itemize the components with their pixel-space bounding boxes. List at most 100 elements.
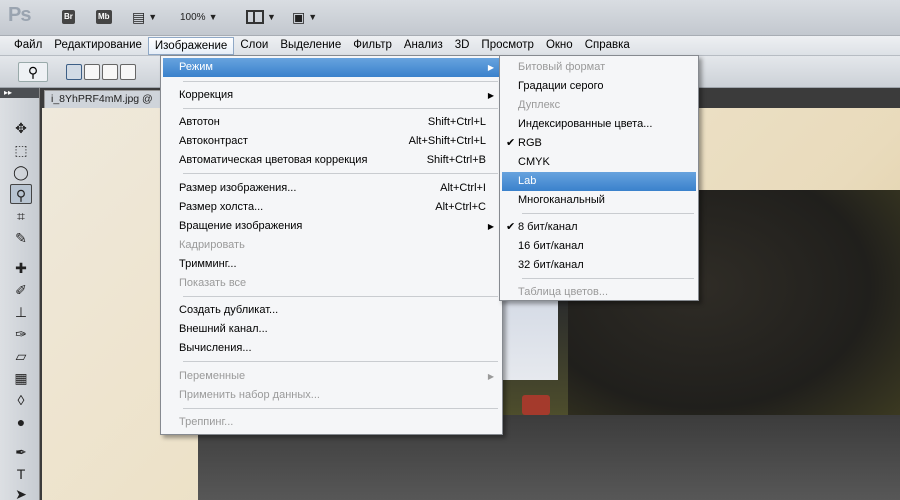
quick-selection-tool-icon[interactable]: ⚲	[10, 184, 32, 204]
menu-item-calculations[interactable]: Вычисления...	[163, 339, 500, 358]
menu-item-label: Тримминг...	[179, 258, 237, 270]
menu-item-duplicate[interactable]: Создать дубликат...	[163, 301, 500, 320]
arrange-documents-button[interactable]: ▼	[246, 8, 276, 26]
menu-item-shortcut: Alt+Shift+Ctrl+L	[408, 135, 486, 147]
menu-separator	[183, 296, 498, 297]
image-car	[522, 395, 550, 415]
menu-analysis[interactable]: Анализ	[398, 37, 449, 55]
dodge-tool-icon[interactable]: ●	[10, 412, 32, 432]
subtract-from-selection-button[interactable]	[102, 64, 118, 80]
menu-item-apply-data-set[interactable]: Применить набор данных...	[163, 386, 500, 405]
menu-item-auto-contrast[interactable]: Автоконтраст Alt+Shift+Ctrl+L	[163, 132, 500, 151]
screen-mode-button[interactable]: ▣ ▼	[292, 8, 317, 26]
menu-help[interactable]: Справка	[579, 37, 636, 55]
menu-item-32-bit[interactable]: 32 бит/канал	[502, 256, 696, 275]
lasso-tool-icon[interactable]: ◯	[10, 162, 32, 182]
bridge-button[interactable]: Br	[62, 8, 75, 26]
filmstrip-icon: ▤	[132, 8, 146, 25]
chevron-down-icon: ▼	[148, 12, 158, 22]
menu-item-mode[interactable]: Режим ▶	[163, 58, 500, 77]
clone-stamp-tool-icon[interactable]: ⊥	[10, 302, 32, 322]
eyedropper-tool-icon[interactable]: ✎	[10, 228, 32, 248]
move-tool-icon[interactable]: ✥	[10, 118, 32, 138]
eraser-tool-icon[interactable]: ▱	[10, 346, 32, 366]
menu-item-label: Битовый формат	[518, 61, 606, 73]
menu-item-cmyk[interactable]: CMYK	[502, 153, 696, 172]
menu-item-16-bit[interactable]: 16 бит/канал	[502, 237, 696, 256]
brush-tool-icon[interactable]: ✐	[10, 280, 32, 300]
menu-item-8-bit[interactable]: ✔ 8 бит/канал	[502, 218, 696, 237]
menu-item-label: Градации серого	[518, 80, 604, 92]
submenu-arrow-icon: ▶	[487, 91, 494, 100]
menu-view[interactable]: Просмотр	[475, 37, 540, 55]
path-selection-tool-icon[interactable]: ➤	[10, 484, 32, 500]
menu-item-auto-tone[interactable]: Автотон Shift+Ctrl+L	[163, 113, 500, 132]
selection-mode-group	[66, 64, 136, 80]
menu-item-label: Размер изображения...	[179, 182, 297, 194]
menu-item-duotone[interactable]: Дуплекс	[502, 96, 696, 115]
menu-item-image-size[interactable]: Размер изображения... Alt+Ctrl+I	[163, 179, 500, 198]
document-tab[interactable]: i_8YhPRF4mM.jpg @	[44, 90, 164, 108]
menu-select[interactable]: Выделение	[274, 37, 347, 55]
menu-item-label: Коррекция	[179, 89, 234, 101]
menu-item-label: 8 бит/канал	[518, 221, 578, 233]
menu-item-grayscale[interactable]: Градации серого	[502, 77, 696, 96]
menu-item-crop[interactable]: Кадрировать	[163, 236, 500, 255]
menu-separator	[522, 278, 694, 279]
gradient-tool-icon[interactable]: ▦	[10, 368, 32, 388]
menu-image[interactable]: Изображение	[147, 36, 235, 55]
menu-item-color-table[interactable]: Таблица цветов...	[502, 283, 696, 302]
tool-preset-picker[interactable]: ⚲	[18, 62, 48, 82]
photoshop-logo: Ps	[8, 4, 31, 26]
menu-item-label: Автоконтраст	[179, 135, 248, 147]
menu-3d[interactable]: 3D	[449, 37, 476, 55]
chevron-down-icon: ▼	[308, 12, 318, 22]
menu-item-canvas-size[interactable]: Размер холста... Alt+Ctrl+C	[163, 198, 500, 217]
zoom-level-value: 100%	[180, 11, 206, 23]
menu-filter[interactable]: Фильтр	[347, 37, 398, 55]
menu-item-label: Создать дубликат...	[179, 304, 279, 316]
submenu-arrow-icon: ▶	[487, 222, 494, 231]
history-brush-tool-icon[interactable]: ✑	[10, 324, 32, 344]
view-extras-button[interactable]: ▤ ▼	[132, 8, 157, 26]
menu-item-label: Показать все	[179, 277, 247, 289]
intersect-selection-button[interactable]	[120, 64, 136, 80]
marquee-tool-icon[interactable]: ⬚	[10, 140, 32, 160]
healing-brush-tool-icon[interactable]: ✚	[10, 258, 32, 278]
new-selection-button[interactable]	[66, 64, 82, 80]
menu-item-indexed-color[interactable]: Индексированные цвета...	[502, 115, 696, 134]
menu-window[interactable]: Окно	[540, 37, 579, 55]
menu-item-trim[interactable]: Тримминг...	[163, 255, 500, 274]
menu-item-bitmap[interactable]: Битовый формат	[502, 58, 696, 77]
menu-item-label: Переменные	[179, 370, 246, 382]
menu-item-lab[interactable]: Lab	[502, 172, 696, 191]
menu-item-shortcut: Shift+Ctrl+B	[426, 154, 486, 166]
type-tool-icon[interactable]: T	[10, 464, 32, 484]
menu-item-label: Режим	[179, 61, 213, 73]
menu-item-reveal-all[interactable]: Показать все	[163, 274, 500, 293]
menu-item-image-rotation[interactable]: Вращение изображения ▶	[163, 217, 500, 236]
checkmark-icon: ✔	[506, 221, 516, 233]
add-to-selection-button[interactable]	[84, 64, 100, 80]
menu-item-adjustments[interactable]: Коррекция ▶	[163, 86, 500, 105]
menu-item-trap[interactable]: Треппинг...	[163, 413, 500, 432]
menu-separator	[183, 361, 498, 362]
menu-item-label: Размер холста...	[179, 201, 264, 213]
tools-panel-header[interactable]: ▸▸	[0, 88, 39, 98]
menu-item-rgb[interactable]: ✔ RGB	[502, 134, 696, 153]
menu-item-auto-color[interactable]: Автоматическая цветовая коррекция Shift+…	[163, 151, 500, 170]
chevron-down-icon: ▼	[208, 12, 218, 22]
mini-bridge-button[interactable]: Mb	[96, 8, 112, 26]
quick-selection-icon: ⚲	[27, 64, 39, 80]
menu-item-multichannel[interactable]: Многоканальный	[502, 191, 696, 210]
blur-tool-icon[interactable]: ◊	[10, 390, 32, 410]
menu-item-apply-image[interactable]: Внешний канал...	[163, 320, 500, 339]
pen-tool-icon[interactable]: ✒	[10, 442, 32, 462]
menu-item-variables[interactable]: Переменные ▶	[163, 367, 500, 386]
menu-edit[interactable]: Редактирование	[48, 37, 148, 55]
menu-layers[interactable]: Слои	[234, 37, 274, 55]
crop-tool-icon[interactable]: ⌗	[10, 206, 32, 226]
menu-file[interactable]: Файл	[8, 37, 48, 55]
menu-item-label: RGB	[518, 137, 542, 149]
zoom-level-dropdown[interactable]: 100% ▼	[180, 8, 218, 26]
